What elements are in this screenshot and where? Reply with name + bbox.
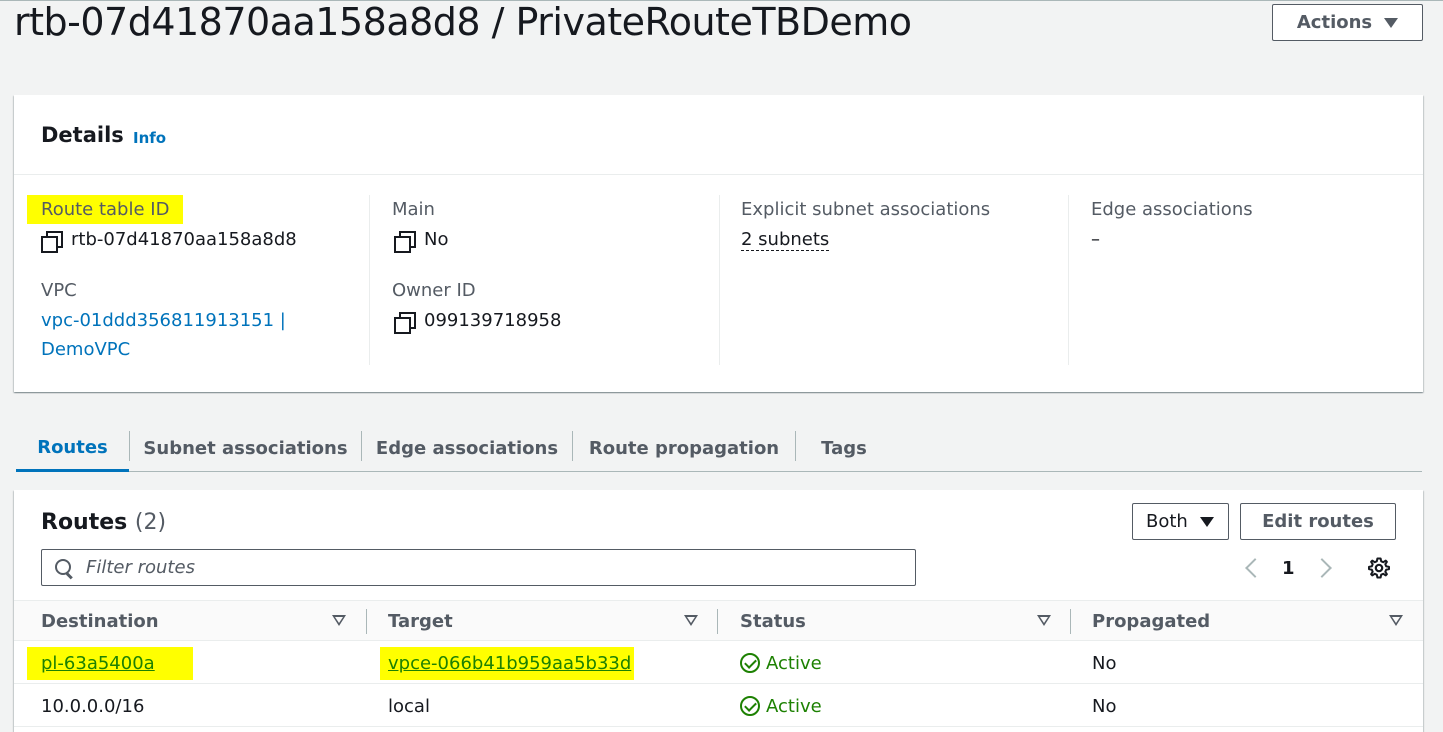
- cell-propagated: No: [1092, 695, 1117, 717]
- edit-routes-button[interactable]: Edit routes: [1240, 503, 1396, 540]
- copy-icon[interactable]: [394, 230, 416, 253]
- owner-id-value: 099139718958: [394, 310, 561, 334]
- details-col-3: Explicit subnet associations 2 subnets: [719, 195, 1069, 365]
- details-header: Details Info: [14, 95, 1423, 175]
- check-circle-icon: [740, 696, 760, 716]
- caret-down-icon: [1200, 516, 1214, 527]
- search-icon: [54, 558, 74, 578]
- details-panel: Details Info Route table ID rtb-07d41870…: [14, 95, 1423, 392]
- column-divider: [717, 609, 718, 634]
- details-title: Details: [41, 123, 124, 147]
- details-col-2: Main No Owner ID 099139718958: [369, 195, 719, 365]
- route-filter-select[interactable]: Both: [1132, 503, 1229, 540]
- col-destination[interactable]: Destination: [41, 601, 159, 642]
- cell-propagated: No: [1092, 652, 1117, 674]
- actions-label: Actions: [1296, 12, 1373, 33]
- cell-target: local: [388, 695, 430, 717]
- table-row: 10.0.0.0/16 local Active No: [14, 685, 1423, 727]
- page-title: rtb-07d41870aa158a8d8 / PrivateRouteTBDe…: [14, 0, 912, 44]
- col-propagated[interactable]: Propagated: [1092, 601, 1210, 642]
- details-col-1: Route table ID rtb-07d41870aa158a8d8 VPC…: [27, 195, 371, 365]
- table-row: pl-63a5400a vpce-066b41b959aa5b33d Activ…: [14, 642, 1423, 684]
- chevron-left-icon[interactable]: [1245, 558, 1265, 578]
- cell-target[interactable]: vpce-066b41b959aa5b33d: [380, 642, 635, 684]
- info-link[interactable]: Info: [133, 129, 166, 147]
- cell-destination: 10.0.0.0/16: [41, 695, 145, 717]
- routes-panel: Routes (2) Both Edit routes 1 Destinatio…: [14, 490, 1423, 732]
- main-label: Main: [392, 199, 435, 220]
- explicit-subnet-value[interactable]: 2 subnets: [741, 229, 830, 251]
- sort-icon[interactable]: [332, 615, 346, 626]
- main-value: No: [394, 229, 448, 253]
- sort-icon[interactable]: [684, 615, 698, 626]
- tab-routes[interactable]: Routes: [16, 425, 129, 472]
- sort-icon[interactable]: [1389, 615, 1403, 626]
- owner-id-label: Owner ID: [392, 280, 476, 301]
- routes-table-header: Destination Target Status Propagated: [14, 600, 1423, 641]
- column-divider: [1070, 609, 1071, 634]
- routes-count: (2): [134, 510, 167, 535]
- copy-icon[interactable]: [41, 230, 63, 253]
- col-status[interactable]: Status: [740, 601, 806, 642]
- caret-down-icon: [1384, 17, 1399, 28]
- edge-associations-value: –: [1091, 229, 1100, 250]
- filter-routes-input[interactable]: [86, 557, 886, 578]
- vpc-link-line1[interactable]: vpc-01ddd356811913151 |: [41, 310, 286, 331]
- cell-status: Active: [740, 685, 822, 727]
- filter-routes[interactable]: [41, 549, 916, 586]
- gear-icon[interactable]: [1367, 556, 1391, 580]
- vpc-link-line2[interactable]: DemoVPC: [41, 339, 130, 360]
- column-divider: [366, 609, 367, 634]
- route-table-id-value: rtb-07d41870aa158a8d8: [41, 229, 297, 253]
- route-table-id-label: Route table ID: [27, 195, 184, 224]
- tab-subnet-associations[interactable]: Subnet associations: [130, 425, 361, 472]
- explicit-subnet-label: Explicit subnet associations: [741, 199, 991, 220]
- edge-associations-label: Edge associations: [1091, 199, 1253, 220]
- tab-tags[interactable]: Tags: [796, 425, 892, 472]
- vpc-label: VPC: [41, 280, 77, 301]
- col-target[interactable]: Target: [388, 601, 453, 642]
- page-number[interactable]: 1: [1282, 558, 1295, 579]
- details-col-4: Edge associations –: [1068, 195, 1418, 365]
- check-circle-icon: [740, 653, 760, 673]
- tab-route-propagation[interactable]: Route propagation: [573, 425, 795, 472]
- tab-edge-associations[interactable]: Edge associations: [362, 425, 572, 472]
- sort-icon[interactable]: [1037, 615, 1051, 626]
- cell-status: Active: [740, 642, 822, 684]
- tab-bar: Routes Subnet associations Edge associat…: [16, 425, 1422, 472]
- routes-title: Routes (2): [41, 510, 167, 535]
- chevron-right-icon[interactable]: [1311, 558, 1332, 578]
- cell-destination[interactable]: pl-63a5400a: [27, 642, 193, 684]
- pagination: 1: [1242, 554, 1332, 582]
- copy-icon[interactable]: [394, 311, 416, 334]
- actions-button[interactable]: Actions: [1272, 4, 1423, 41]
